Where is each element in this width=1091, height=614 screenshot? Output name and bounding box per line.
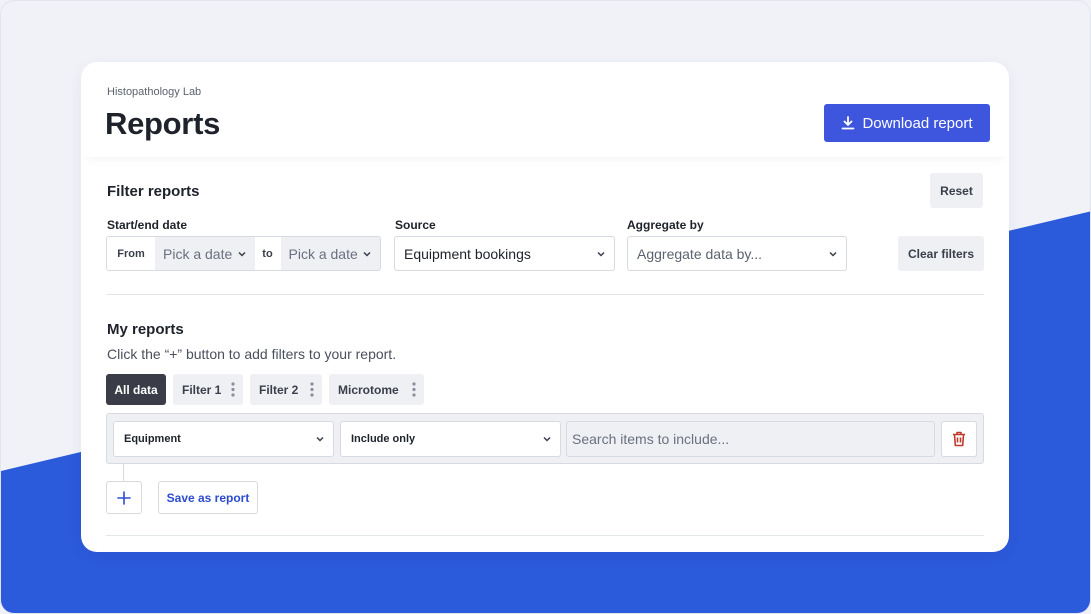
more-options-icon[interactable] [231,382,235,397]
field-select[interactable]: Equipment [113,421,334,457]
chevron-down-icon [543,436,551,442]
chevron-down-icon [237,251,246,257]
start-date-select[interactable]: Pick a date [155,237,255,270]
trash-icon [953,431,965,447]
add-filter-button[interactable] [106,481,142,514]
tab-label: Filter 2 [259,382,299,397]
tab-all-data[interactable]: All data [106,374,166,405]
lab-name: Histopathology Lab [107,86,202,98]
end-date-placeholder: Pick a date [288,245,358,262]
download-report-button[interactable]: Download report [824,104,990,142]
more-options-icon[interactable] [310,382,314,397]
date-range-picker: From Pick a date to Pick a date [106,236,381,271]
reports-card: Histopathology Lab Reports Download repo… [81,62,1009,552]
chevron-down-icon [829,251,837,257]
source-value: Equipment bookings [404,245,531,262]
my-reports-hint: Click the “+” button to add filters to y… [107,346,397,362]
tab-label: Microtome [338,382,399,397]
chevron-down-icon [316,436,324,442]
reset-button[interactable]: Reset [930,173,983,208]
plus-icon [117,490,131,505]
bottom-divider [106,535,984,536]
tab-filter-1[interactable]: Filter 1 [173,374,243,405]
tab-label: Filter 1 [182,382,222,397]
start-date-placeholder: Pick a date [163,245,233,262]
end-date-select[interactable]: Pick a date [280,237,380,270]
operator-select[interactable]: Include only [340,421,561,457]
tree-connector [123,464,124,482]
tab-microtome[interactable]: Microtome [329,374,424,405]
tab-label: All data [114,382,158,397]
source-select[interactable]: Equipment bookings [394,236,615,271]
delete-filter-button[interactable] [941,421,977,457]
filter-row: Equipment Include only [106,413,984,464]
to-label: to [254,237,281,270]
filter-reports-title: Filter reports [107,183,200,200]
my-reports-title: My reports [107,321,184,338]
clear-filters-button[interactable]: Clear filters [898,236,984,271]
download-report-label: Download report [862,114,973,132]
search-items-input[interactable] [566,421,935,457]
more-options-icon[interactable] [412,382,416,397]
source-label: Source [395,218,436,232]
chevron-down-icon [597,251,605,257]
date-label: Start/end date [107,218,188,232]
from-label: From [107,237,155,270]
page-title: Reports [105,106,221,141]
operator-value: Include only [351,433,416,445]
aggregate-select[interactable]: Aggregate data by... [627,236,847,271]
field-value: Equipment [124,433,181,445]
section-divider [106,294,984,295]
download-icon [842,116,855,130]
save-as-report-button[interactable]: Save as report [158,481,258,514]
aggregate-placeholder: Aggregate data by... [637,245,763,262]
aggregate-label: Aggregate by [627,218,704,232]
chevron-down-icon [363,251,371,257]
page-header: Histopathology Lab Reports Download repo… [81,62,1009,157]
tab-filter-2[interactable]: Filter 2 [250,374,322,405]
